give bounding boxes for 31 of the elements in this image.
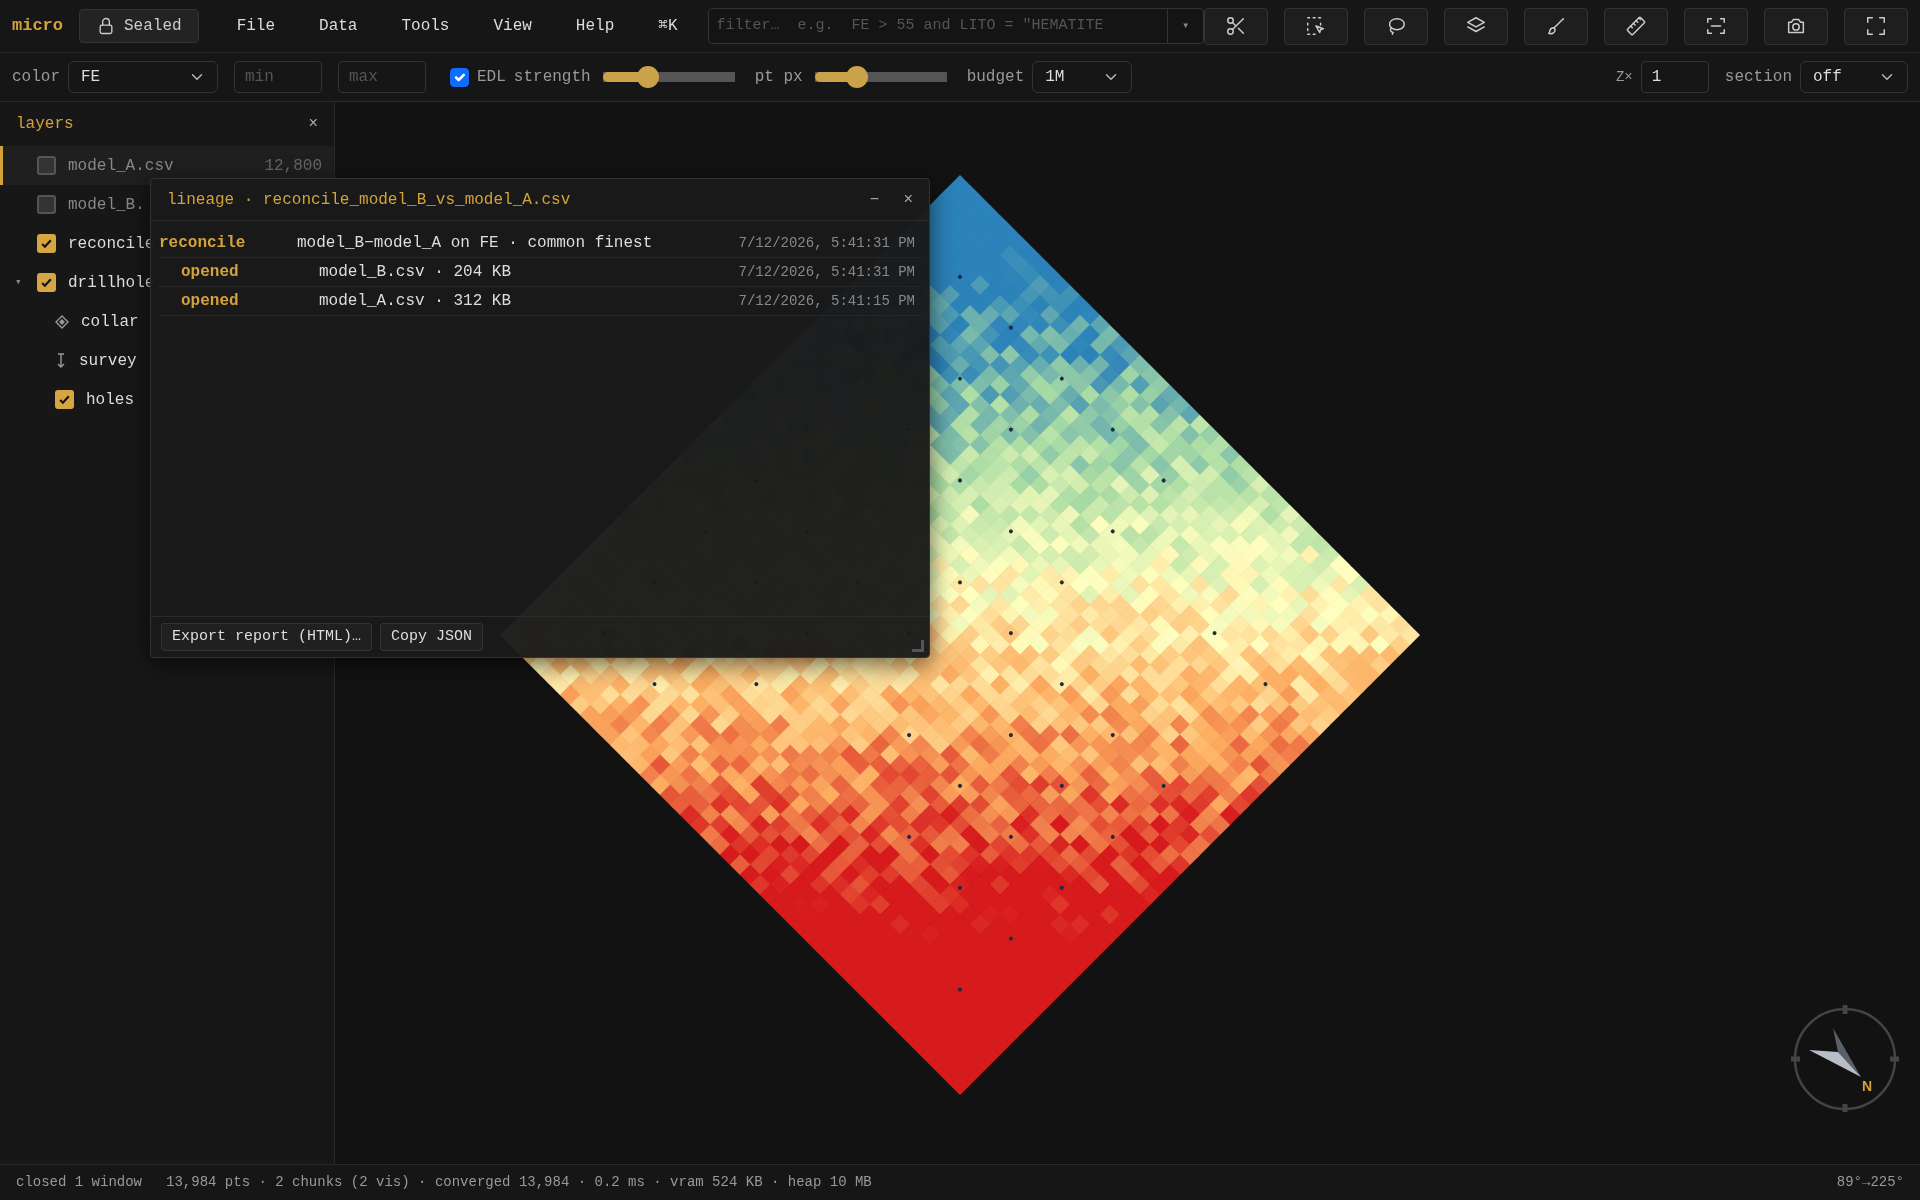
app-name: micro — [12, 15, 63, 38]
layer-name: survey — [79, 350, 137, 372]
strength-label: strength — [513, 67, 591, 88]
budget-label: budget — [966, 67, 1025, 88]
layer-name: holes — [86, 389, 134, 411]
entry-detail: model_A.csv · 312 KB — [319, 291, 512, 312]
timestamp: 7/12/2026, 5:41:31 PM — [738, 233, 916, 253]
layer-name: drillhole — [68, 272, 155, 294]
layer-name: model_A.csv — [68, 155, 174, 177]
point-size-label: pt px — [754, 67, 803, 88]
layer-name: model_B. — [68, 194, 145, 216]
entry-detail: model_B.csv · 204 KB — [319, 262, 512, 283]
north-label: N — [1862, 1078, 1873, 1094]
panel-title: layers — [16, 114, 74, 135]
action-label: reconcile — [159, 233, 247, 254]
status-stats: 13,984 pts · 2 chunks (2 vis) · converged 13,984 · 0.2 ms · vram 524 KB · heap 10 MB — [166, 1173, 872, 1192]
layer-name: reconcile — [68, 233, 155, 255]
color-label: color — [12, 67, 60, 88]
z-scale-label: Z× — [1615, 67, 1633, 87]
entry-detail: model_B−model_A on FE · common finest — [297, 233, 653, 254]
status-message: closed 1 window — [16, 1173, 143, 1192]
timestamp: 7/12/2026, 5:41:15 PM — [738, 291, 916, 311]
edl-label: EDL — [477, 67, 506, 88]
section-label: section — [1724, 67, 1792, 88]
action-label: opened — [180, 291, 240, 312]
timestamp: 7/12/2026, 5:41:31 PM — [738, 262, 916, 282]
action-label: opened — [180, 262, 240, 283]
dialog-title: lineage · reconcile_model_B_vs_model_A.csv — [167, 189, 571, 211]
view-orientation: 89°→225° — [1836, 1173, 1904, 1192]
point-count: 12,800 — [264, 155, 323, 177]
layer-name: collar — [81, 311, 139, 333]
